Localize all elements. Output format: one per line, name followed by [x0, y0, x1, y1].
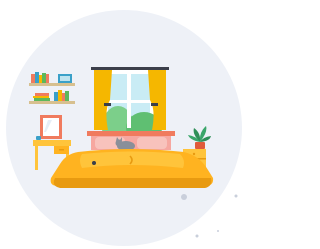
mirror-icon	[40, 115, 62, 139]
decor-dot	[234, 194, 238, 198]
decor-dot	[217, 230, 219, 232]
decor-dot	[195, 234, 199, 238]
bedroom-illustration	[6, 10, 242, 246]
decor-dot	[181, 194, 187, 200]
headboard-strip	[87, 131, 175, 136]
bedroom-scene	[0, 0, 245, 249]
curtain-rod	[91, 67, 169, 70]
bed-icon	[50, 149, 214, 188]
desk-item	[36, 136, 41, 140]
